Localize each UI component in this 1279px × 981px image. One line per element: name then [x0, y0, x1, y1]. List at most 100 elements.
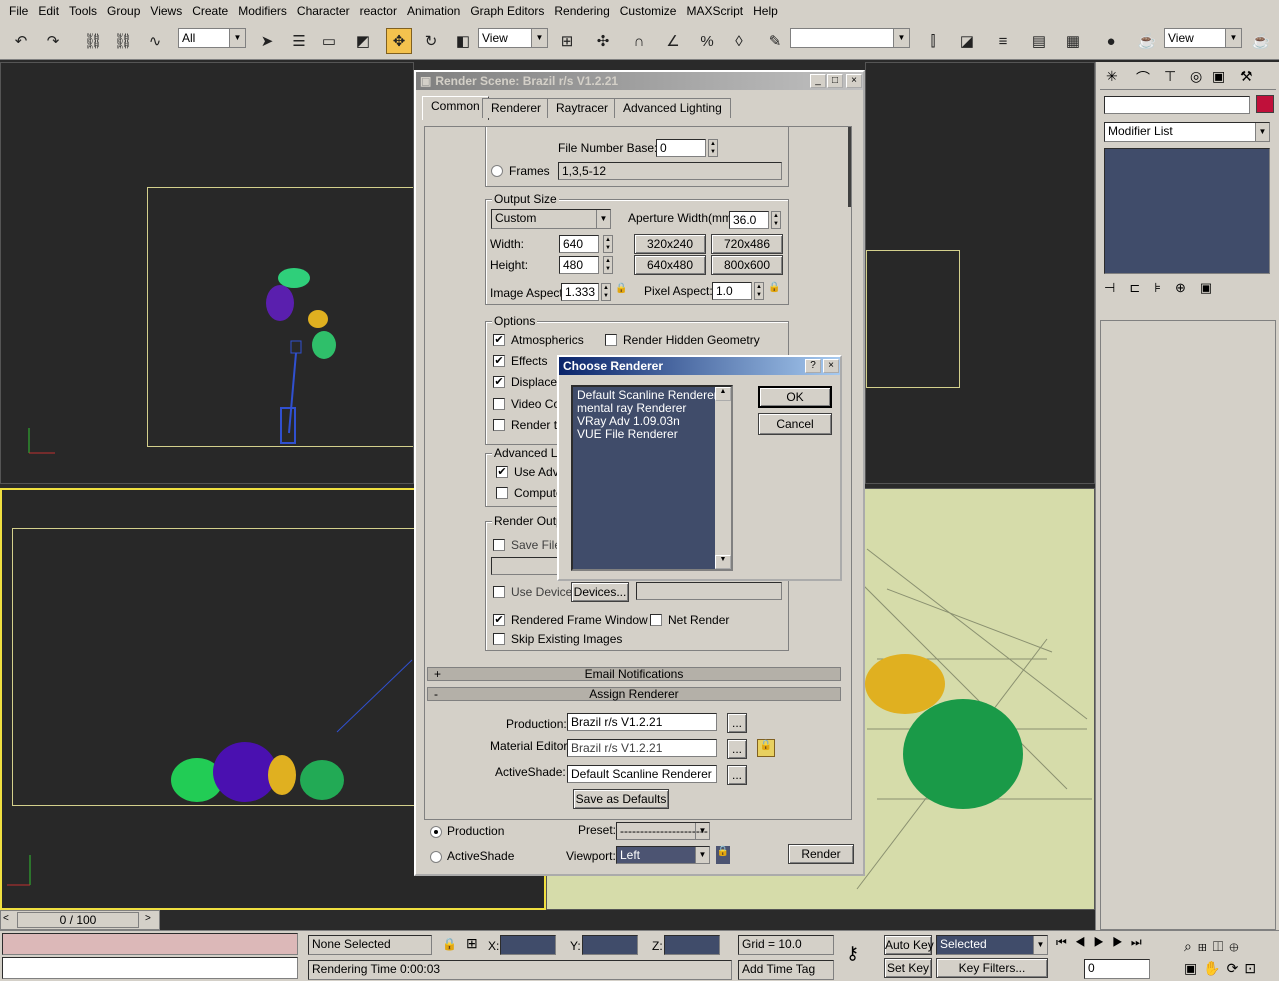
manipulate-icon[interactable]: ✣	[590, 28, 616, 54]
material-editor-icon[interactable]: ●	[1098, 28, 1124, 54]
menu-edit[interactable]: Edit	[33, 4, 64, 18]
menu-create[interactable]: Create	[187, 4, 233, 18]
tab-renderer[interactable]: Renderer	[482, 98, 551, 118]
close-icon[interactable]: ×	[846, 74, 862, 88]
viewport-navigation-controls[interactable]: ⌕⊞◫⊕ ▣✋⟳⊡	[1184, 935, 1278, 979]
named-selection-dropdown[interactable]: ▼	[790, 28, 910, 48]
time-slider[interactable]: < 0 / 100 >	[0, 910, 160, 930]
displacement-checkbox[interactable]: ✔	[493, 376, 505, 388]
width-spinner[interactable]: ▲ ▼	[603, 235, 613, 253]
image-aspect-spinner[interactable]: ▲ ▼	[601, 283, 611, 301]
production-mode-radio[interactable]	[430, 826, 442, 838]
select-by-name-icon[interactable]: ☰	[286, 28, 312, 54]
device-field[interactable]	[636, 582, 782, 600]
output-size-preset-dropdown[interactable]: Custom ▼	[491, 209, 611, 229]
rotate-icon[interactable]: ↻	[418, 28, 444, 54]
choose-production-button[interactable]: ...	[727, 713, 747, 733]
menu-help[interactable]: Help	[748, 4, 783, 18]
viewport-left[interactable]	[865, 62, 1095, 484]
menu-character[interactable]: Character	[292, 4, 355, 18]
maximize-icon[interactable]: □	[827, 74, 843, 88]
aperture-width-field[interactable]: 36.0	[729, 211, 769, 229]
rendered-frame-window-checkbox[interactable]: ✔	[493, 614, 505, 626]
modifier-stack[interactable]	[1104, 148, 1270, 274]
frames-radio[interactable]	[491, 165, 503, 177]
pivot-icon[interactable]: ⊞	[554, 28, 580, 54]
utilities-tab-icon[interactable]: ⚒	[1240, 68, 1253, 85]
display-tab-icon[interactable]: ▣	[1212, 68, 1225, 85]
aperture-width-spinner[interactable]: ▲ ▼	[771, 211, 781, 229]
x-coord-field[interactable]	[500, 935, 556, 955]
curve-editor-icon[interactable]: ▤	[1026, 28, 1052, 54]
create-tab-icon[interactable]: ✳	[1106, 68, 1118, 85]
lock-icon[interactable]: 🔒	[757, 739, 775, 757]
render-hidden-checkbox[interactable]	[605, 334, 617, 346]
render-type-dropdown[interactable]: View ▼	[1164, 28, 1242, 48]
choose-material-editor-button[interactable]: ...	[727, 739, 747, 759]
compute-checkbox[interactable]	[496, 487, 508, 499]
menu-customize[interactable]: Customize	[615, 4, 682, 18]
preset-720x486-button[interactable]: 720x486	[711, 234, 783, 254]
skip-existing-checkbox[interactable]	[493, 633, 505, 645]
width-field[interactable]: 640	[559, 235, 599, 253]
height-field[interactable]: 480	[559, 256, 599, 274]
unlink-icon[interactable]: ⛓	[110, 28, 136, 54]
choose-renderer-titlebar[interactable]: Choose Renderer	[559, 357, 840, 375]
redo-icon[interactable]: ↷	[40, 28, 66, 54]
menu-views[interactable]: Views	[145, 4, 187, 18]
quick-render-icon[interactable]: ☕	[1248, 28, 1274, 54]
selection-filter-dropdown[interactable]: All ▼	[178, 28, 246, 48]
activeshade-mode-radio[interactable]	[430, 851, 442, 863]
link-icon[interactable]: ⛓	[80, 28, 106, 54]
effects-checkbox[interactable]: ✔	[493, 355, 505, 367]
menu-group[interactable]: Group	[102, 4, 145, 18]
key-selection-dropdown[interactable]: Selected ▼	[936, 935, 1048, 955]
prev-frame-icon[interactable]: <	[3, 913, 9, 924]
tab-advanced-lighting[interactable]: Advanced Lighting	[614, 98, 731, 118]
key-filters-button[interactable]: Key Filters...	[936, 958, 1048, 978]
use-advanced-lighting-checkbox[interactable]: ✔	[496, 466, 508, 478]
choose-activeshade-button[interactable]: ...	[727, 765, 747, 785]
video-color-checkbox[interactable]	[493, 398, 505, 410]
scrollbar[interactable]: ▲ ▼	[715, 387, 731, 569]
current-frame-field[interactable]: 0	[1084, 959, 1150, 979]
devices-button[interactable]: Devices...	[571, 582, 629, 602]
tab-common[interactable]: Common	[422, 96, 489, 120]
align-icon[interactable]: ◪	[954, 28, 980, 54]
scale-icon[interactable]: ◧	[450, 28, 476, 54]
motion-tab-icon[interactable]: ◎	[1190, 68, 1202, 85]
snap-3d-icon[interactable]: ∩	[626, 28, 652, 54]
lock-icon[interactable]: 🔒	[768, 282, 780, 298]
bind-space-warp-icon[interactable]: ∿	[142, 28, 168, 54]
window-crossing-icon[interactable]: ◩	[350, 28, 376, 54]
image-aspect-field[interactable]: 1.333	[561, 283, 599, 301]
modifier-list-dropdown[interactable]: Modifier List ▼	[1104, 122, 1270, 142]
z-coord-field[interactable]	[664, 935, 720, 955]
rect-region-icon[interactable]: ▭	[316, 28, 342, 54]
select-icon[interactable]: ➤	[254, 28, 280, 54]
absolute-mode-icon[interactable]: ⊞	[466, 935, 478, 952]
schematic-icon[interactable]: ▦	[1060, 28, 1086, 54]
maxscript-input[interactable]	[2, 957, 298, 979]
cancel-button[interactable]: Cancel	[758, 413, 832, 435]
set-key-button[interactable]: Set Key	[884, 958, 932, 978]
layer-manager-icon[interactable]: ≡	[990, 28, 1016, 54]
scroll-up-icon[interactable]: ▲	[715, 387, 731, 401]
y-coord-field[interactable]	[582, 935, 638, 955]
menu-rendering[interactable]: Rendering	[549, 4, 614, 18]
undo-icon[interactable]: ↶	[8, 28, 34, 54]
render-to-fields-checkbox[interactable]	[493, 419, 505, 431]
help-icon[interactable]: ?	[805, 359, 821, 373]
lock-icon[interactable]: 🔒	[716, 846, 730, 864]
menu-tools[interactable]: Tools	[64, 4, 102, 18]
stack-controls[interactable]: ⊣⊏⊧⊕▣	[1104, 280, 1270, 302]
save-file-checkbox[interactable]	[493, 539, 505, 551]
menu-file[interactable]: File	[4, 4, 33, 18]
height-spinner[interactable]: ▲ ▼	[603, 256, 613, 274]
key-icon[interactable]: ⚷	[846, 943, 859, 964]
preset-640x480-button[interactable]: 640x480	[634, 255, 706, 275]
move-icon[interactable]: ✥	[386, 28, 412, 54]
list-item[interactable]: VUE File Renderer	[577, 428, 731, 441]
angle-snap-icon[interactable]: ∠	[660, 28, 686, 54]
lock-icon[interactable]: 🔒	[615, 283, 627, 299]
